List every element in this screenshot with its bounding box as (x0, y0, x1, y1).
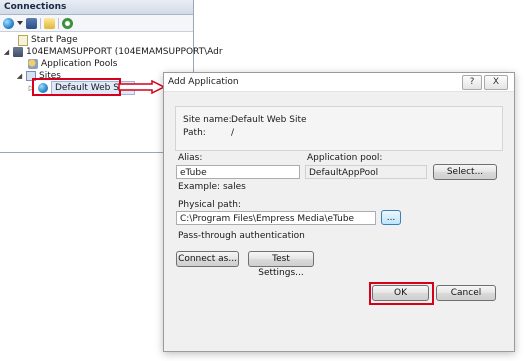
physical-path-input[interactable]: C:\Program Files\Empress Media\eTube (176, 211, 376, 225)
dialog-titlebar: Add Application ? X (164, 73, 514, 92)
alias-input[interactable]: eTube (176, 165, 300, 179)
callout-arrow-icon (118, 80, 166, 94)
site-name-value: Default Web Site (231, 115, 307, 125)
path-value: / (231, 128, 235, 138)
start-page-icon (18, 34, 28, 46)
browse-button[interactable]: ... (381, 210, 401, 225)
tree-label: 104EMAMSUPPORT (104EMAMSUPPORT\Adr (26, 47, 223, 57)
site-name-label: Site name: (183, 115, 232, 125)
collapse-triangle-icon[interactable]: ◢ (16, 70, 23, 82)
tree-node-application-pools[interactable]: Application Pools (28, 58, 117, 70)
cancel-button[interactable]: Cancel (436, 285, 496, 301)
path-label: Path: (183, 128, 206, 138)
app-pool-label: Application pool: (307, 153, 383, 163)
passthrough-auth-label: Pass-through authentication (178, 231, 305, 241)
alias-example: Example: sales (178, 182, 246, 192)
alias-label: Alias: (178, 153, 203, 163)
site-info-box (175, 106, 503, 151)
highlight-frame-default-web-site (32, 78, 121, 96)
collapse-triangle-icon[interactable]: ◢ (3, 46, 10, 58)
tree-node-start-page[interactable]: Start Page (18, 34, 78, 46)
select-app-pool-button[interactable]: Select... (433, 164, 497, 180)
refresh-icon[interactable] (62, 17, 73, 29)
dropdown-arrow-icon[interactable] (17, 21, 23, 25)
close-button[interactable]: X (484, 75, 508, 90)
connections-title: Connections (0, 0, 193, 15)
connect-as-button[interactable]: Connect as... (176, 251, 239, 267)
tree-label: Start Page (31, 35, 78, 45)
tree-node-server[interactable]: ◢ 104EMAMSUPPORT (104EMAMSUPPORT\Adr (3, 46, 223, 58)
app-pool-field: DefaultAppPool (305, 165, 427, 179)
toolbar-separator (58, 17, 59, 29)
server-icon (13, 47, 23, 57)
connect-globe-icon[interactable] (3, 17, 14, 29)
physical-path-label: Physical path: (178, 200, 241, 210)
add-application-dialog: Add Application ? X Site name: Default W… (163, 72, 515, 352)
dialog-title: Add Application (168, 77, 239, 87)
up-folder-icon[interactable] (44, 17, 55, 29)
application-pools-icon (28, 59, 38, 69)
connections-toolbar (0, 15, 193, 32)
test-settings-button[interactable]: Test Settings... (248, 251, 314, 278)
ok-button[interactable]: OK (372, 285, 429, 301)
help-button[interactable]: ? (462, 75, 482, 90)
toolbar-separator (40, 17, 41, 29)
save-icon[interactable] (26, 17, 37, 29)
tree-label: Application Pools (41, 59, 118, 69)
